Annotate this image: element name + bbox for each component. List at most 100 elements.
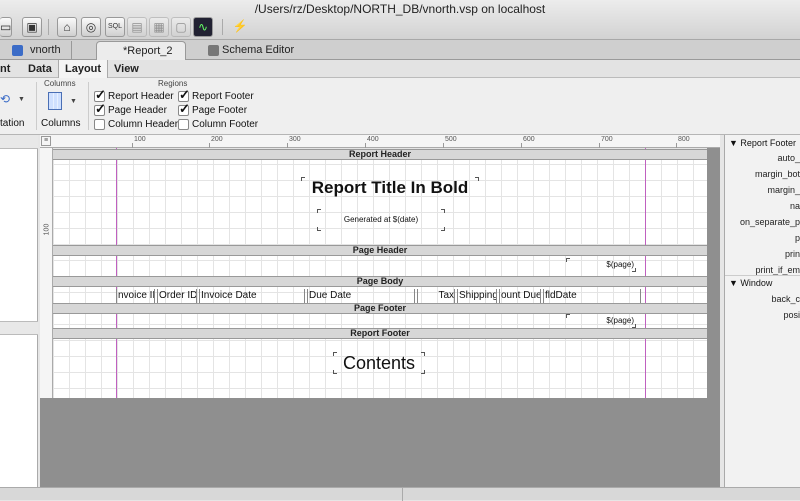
property-margin[interactable]: margin_ <box>767 185 800 195</box>
selection-corner <box>566 314 570 318</box>
property-margin-bottom[interactable]: margin_bot <box>755 169 800 179</box>
vertical-ruler: 100 <box>40 148 53 398</box>
field-shipping[interactable]: Shipping <box>457 289 497 303</box>
checkbox-box <box>94 119 105 130</box>
columns-button[interactable]: Columns <box>41 118 80 129</box>
grid-icon[interactable]: ▦ <box>149 17 169 37</box>
page-header-band[interactable]: Page Header <box>53 245 707 256</box>
globe-icon[interactable]: ◎ <box>81 17 101 37</box>
columns-group-title: Columns <box>44 79 76 88</box>
left-panel-header-2 <box>0 321 38 335</box>
status-bar <box>0 487 800 501</box>
report-editor: ≡ 100 200 300 400 500 600 700 800 100 Re… <box>40 135 720 487</box>
title-bar: /Users/rz/Desktop/NORTH_DB/vnorth.vsp on… <box>0 0 800 40</box>
ruler-label: 400 <box>367 136 379 143</box>
tab-report-2[interactable]: *Report_2 <box>96 41 186 60</box>
ruler-label: 200 <box>211 136 223 143</box>
save-icon[interactable]: ▣ <box>22 17 42 37</box>
orientation-label[interactable]: tation <box>0 118 24 129</box>
property-background-color[interactable]: back_c <box>771 294 800 304</box>
property-name[interactable]: na <box>790 201 800 211</box>
property-position[interactable]: posi <box>783 310 800 320</box>
selection-corner <box>475 177 479 181</box>
tab-vnorth[interactable]: vnorth <box>0 41 72 60</box>
report-footer-section[interactable]: ▼ Report Footer <box>729 138 796 148</box>
horizontal-ruler: ≡ 100 200 300 400 500 600 700 800 <box>40 135 720 148</box>
selection-corner <box>317 209 321 213</box>
tab-view[interactable]: View <box>108 60 145 78</box>
ruler-label: 800 <box>678 136 690 143</box>
orientation-icon[interactable]: ⟲ <box>0 92 12 106</box>
section-title: Report Footer <box>740 138 796 148</box>
property-on-separate-page[interactable]: on_separate_p <box>740 217 800 227</box>
property-p[interactable]: p <box>795 233 800 243</box>
field-tax[interactable]: Tax <box>417 289 455 303</box>
page-number-footer[interactable]: $(page) <box>566 314 636 328</box>
page-number-header[interactable]: $(page) <box>566 258 636 272</box>
folder-icon[interactable]: ▭ <box>0 17 12 37</box>
check-icon: ✓ <box>179 101 190 116</box>
field-due-date[interactable]: Due Date <box>307 289 415 303</box>
field-fld-date[interactable]: fldDate <box>543 289 641 303</box>
report-canvas[interactable]: Report Header Report Title In Bold Gener… <box>53 148 707 398</box>
page-header-checkbox[interactable]: ✓ Page Header <box>94 101 167 116</box>
selection-corner <box>632 268 636 272</box>
field-invoice-date[interactable]: Invoice Date <box>199 289 305 303</box>
tab-schema-editor[interactable]: Schema Editor <box>196 41 306 60</box>
contents-label[interactable]: Contents <box>333 352 425 374</box>
database-icon <box>12 45 23 56</box>
tab-label: vnorth <box>30 44 61 56</box>
tab-label: *Report_2 <box>123 45 173 57</box>
checkbox-label: Page Header <box>108 105 167 116</box>
document-icon[interactable]: ▤ <box>127 17 147 37</box>
tab-layout[interactable]: Layout <box>58 60 109 78</box>
sql-icon[interactable]: SQL <box>105 17 125 37</box>
ribbon-divider <box>88 82 89 130</box>
ruler-menu-icon[interactable]: ≡ <box>41 136 51 146</box>
ribbon-panel: ⟲ ▼ tation Columns ▼ Columns Regions ✓ Re… <box>0 78 800 135</box>
left-panel <box>0 135 38 487</box>
document-tabs: vnorth *Report_2 Schema Editor <box>0 40 800 60</box>
page-footer-checkbox[interactable]: ✓ Page Footer <box>178 101 247 116</box>
home-icon[interactable]: ⌂ <box>57 17 77 37</box>
window-section[interactable]: ▼ Window <box>729 278 772 288</box>
checkbox-label: Column Footer <box>192 119 259 130</box>
generated-at-label[interactable]: Generated at $(date) <box>317 209 445 231</box>
tab-content[interactable]: nt <box>0 60 16 78</box>
window-title: /Users/rz/Desktop/NORTH_DB/vnorth.vsp on… <box>254 2 546 16</box>
selection-corner <box>441 209 445 213</box>
page-body-band[interactable]: Page Body <box>53 276 707 287</box>
property-auto[interactable]: auto_ <box>777 153 800 163</box>
report-header-band[interactable]: Report Header <box>53 149 707 160</box>
ruler-label: 500 <box>445 136 457 143</box>
report-title[interactable]: Report Title In Bold <box>301 178 479 198</box>
report-footer-band[interactable]: Report Footer <box>53 328 707 339</box>
chevron-down-icon[interactable]: ▼ <box>70 98 77 105</box>
property-print-if-empty[interactable]: print_if_em <box>755 265 800 275</box>
page-footer-band[interactable]: Page Footer <box>53 303 707 314</box>
table-icon[interactable]: ▢ <box>171 17 191 37</box>
column-footer-checkbox[interactable]: Column Footer <box>178 119 258 130</box>
monitor-icon[interactable]: ∿ <box>193 17 213 37</box>
connect-icon[interactable]: ⚡ <box>230 17 250 37</box>
field-amount-due[interactable]: ount Due <box>499 289 541 303</box>
chevron-down-icon[interactable]: ▼ <box>18 96 25 103</box>
selection-corner <box>421 370 425 374</box>
tab-data[interactable]: Data <box>22 60 58 78</box>
selection-corner <box>441 227 445 231</box>
selection-corner <box>333 370 337 374</box>
report-header-checkbox[interactable]: ✓ Report Header <box>94 87 174 102</box>
ruler-label: 100 <box>43 223 51 236</box>
toolbar-separator <box>222 19 223 35</box>
columns-icon[interactable] <box>48 92 62 110</box>
selection-corner <box>317 227 321 231</box>
field-order-id[interactable]: Order ID <box>157 289 197 303</box>
schema-icon <box>208 45 219 56</box>
ruler-label: 300 <box>289 136 301 143</box>
ruler-label: 100 <box>134 136 146 143</box>
property-inspector: ▼ Report Footer auto_ margin_bot margin_… <box>724 135 800 487</box>
property-print[interactable]: prin <box>785 249 800 259</box>
section-title: Window <box>740 278 773 288</box>
field-invoice-id[interactable]: nvoice ID <box>116 289 155 303</box>
column-header-checkbox[interactable]: Column Header <box>94 119 178 130</box>
